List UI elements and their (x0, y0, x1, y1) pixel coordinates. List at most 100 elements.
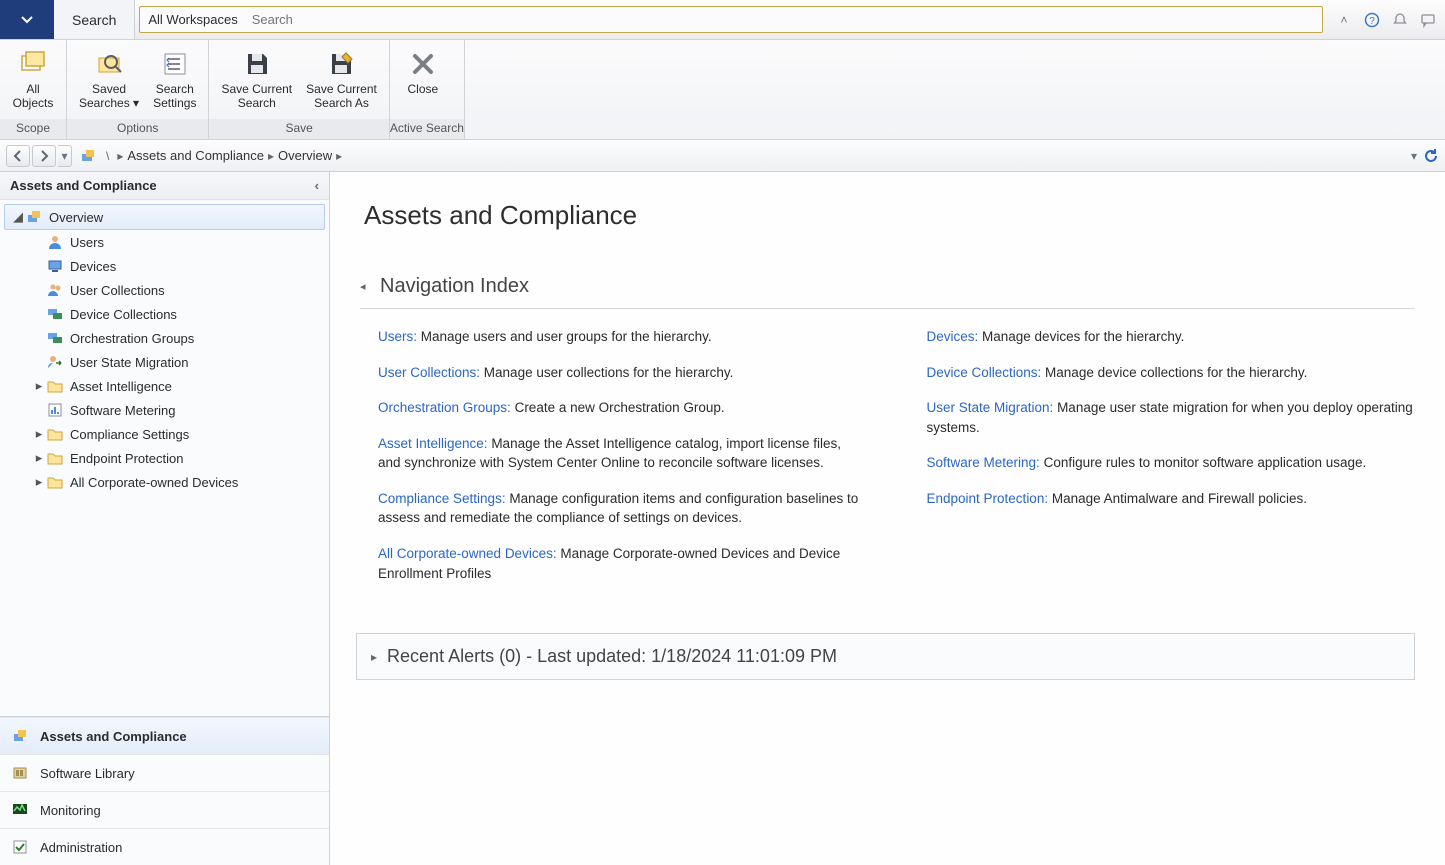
app-menu-button[interactable] (0, 0, 54, 39)
workspace-software-library[interactable]: Software Library (0, 754, 329, 791)
saved-searches-icon (93, 48, 125, 80)
tree-item-all-corporate-owned-devices[interactable]: ▸All Corporate-owned Devices (4, 470, 325, 494)
search-settings-icon (159, 48, 191, 80)
nav-index-link[interactable]: Users: (378, 329, 417, 344)
save-current-search-button[interactable]: Save Current Search (215, 44, 298, 119)
breadcrumb-caret-icon[interactable]: ▸ (117, 149, 123, 163)
nav-index-link[interactable]: All Corporate-owned Devices: (378, 546, 557, 561)
nav-index-desc: Manage user collections for the hierarch… (480, 365, 733, 380)
workspace-administration[interactable]: Administration (0, 828, 329, 865)
bell-icon[interactable] (1391, 11, 1409, 29)
breadcrumb-root-icon (80, 148, 96, 164)
tree-item-label: Software Metering (70, 403, 176, 418)
workspace-label: Assets and Compliance (40, 729, 187, 744)
search-settings-button[interactable]: Search Settings (147, 44, 202, 119)
ribbon-group-save: Save Current Search Save Current Search … (209, 40, 389, 139)
tree-item-user-state-migration[interactable]: User State Migration (4, 350, 325, 374)
devcol-icon (46, 305, 64, 323)
close-icon (407, 48, 439, 80)
all-objects-button[interactable]: All Objects (6, 44, 60, 119)
tree-item-endpoint-protection[interactable]: ▸ Endpoint Protection (4, 446, 325, 470)
tree-caret-icon: ◢ (13, 209, 23, 225)
nav-index-header[interactable]: ◂ Navigation Index (360, 271, 1415, 309)
nav-index-link[interactable]: Device Collections: (927, 365, 1042, 380)
ribbon-btn-line1: Saved (92, 82, 126, 96)
nav-index-item: Endpoint Protection: Manage Antimalware … (927, 489, 1416, 509)
arrow-left-icon (12, 150, 24, 162)
nav-index-link[interactable]: Endpoint Protection: (927, 491, 1049, 506)
breadcrumb-item[interactable]: Assets and Compliance (127, 148, 264, 163)
folder-icon (46, 377, 64, 395)
nav-tree: ◢OverviewUsersDevices User Collections Dev… (0, 200, 329, 716)
refresh-icon[interactable] (1423, 148, 1439, 164)
sidebar-collapse-icon[interactable]: ‹ (315, 178, 319, 193)
save-current-search-as-button[interactable]: Save Current Search As (300, 44, 383, 119)
tree-item-software-metering[interactable]: Software Metering (4, 398, 325, 422)
sidebar: Assets and Compliance ‹ ◢OverviewUsersDe… (0, 172, 330, 865)
ribbon-btn-line1: Save Current (306, 82, 377, 96)
ribbon-btn-line1: Close (408, 82, 439, 96)
ribbon-btn-line2: Objects (13, 96, 54, 110)
ribbon-group-label: Options (67, 119, 208, 139)
nav-index-desc: Manage devices for the hierarchy. (978, 329, 1184, 344)
softlib-icon (10, 763, 30, 783)
nav-index-link[interactable]: User State Migration: (927, 400, 1054, 415)
search-scope-selector[interactable]: All Workspaces (139, 6, 245, 33)
nav-index-item: User State Migration: Manage user state … (927, 398, 1416, 437)
feedback-icon[interactable] (1419, 11, 1437, 29)
tree-item-label: Asset Intelligence (70, 379, 172, 394)
tree-item-users[interactable]: Users (4, 230, 325, 254)
tree-caret-icon: ▸ (34, 450, 44, 466)
nav-index-item: Orchestration Groups: Create a new Orche… (378, 398, 867, 418)
tree-item-compliance-settings[interactable]: ▸Compliance Settings (4, 422, 325, 446)
nav-index-item: Asset Intelligence: Manage the Asset Int… (378, 434, 867, 473)
save-icon (241, 48, 273, 80)
tree-item-device-collections[interactable]: Device Collections (4, 302, 325, 326)
nav-index-item: User Collections: Manage user collection… (378, 363, 867, 383)
folder-icon (46, 425, 64, 443)
nav-index-link[interactable]: Asset Intelligence: (378, 436, 488, 451)
breadcrumb-right: ▾ (1411, 148, 1439, 164)
nav-index-item: Software Metering: Configure rules to mo… (927, 453, 1416, 473)
nav-history-dropdown[interactable]: ▾ (58, 145, 72, 167)
nav-back-button[interactable] (6, 145, 30, 167)
close-button[interactable]: Close (396, 44, 450, 119)
recent-alerts-panel[interactable]: ▸ Recent Alerts (0) - Last updated: 1/18… (356, 633, 1415, 680)
usermig-icon (46, 353, 64, 371)
tree-item-label: User Collections (70, 283, 165, 298)
tree-item-orchestration-groups[interactable]: Orchestration Groups (4, 326, 325, 350)
help-icon[interactable]: ? (1363, 11, 1381, 29)
tree-item-devices[interactable]: Devices (4, 254, 325, 278)
nav-index-link[interactable]: Orchestration Groups: (378, 400, 511, 415)
nav-index-link[interactable]: Compliance Settings: (378, 491, 506, 506)
breadcrumb-item[interactable]: Overview (278, 148, 332, 163)
section-collapse-icon: ◂ (360, 280, 374, 293)
breadcrumb-caret-icon[interactable]: ▸ (336, 149, 342, 163)
nav-index-link[interactable]: Software Metering: (927, 455, 1040, 470)
breadcrumb-caret-icon[interactable]: ▸ (268, 149, 274, 163)
saved-searches-button[interactable]: Saved Searches ▾ (73, 44, 145, 119)
nav-forward-button[interactable] (32, 145, 56, 167)
search-input[interactable] (246, 7, 1322, 32)
nav-index-link[interactable]: Devices: (927, 329, 979, 344)
tree-caret-icon: ▸ (34, 426, 44, 442)
workspace-monitoring[interactable]: Monitoring (0, 791, 329, 828)
tree-item-user-collections[interactable]: User Collections (4, 278, 325, 302)
nav-index-link[interactable]: User Collections: (378, 365, 480, 380)
workspace-assets-and-compliance[interactable]: Assets and Compliance (0, 717, 329, 754)
ribbon-btn-line1: Search (156, 82, 194, 96)
page-title: Assets and Compliance (364, 200, 1415, 231)
breadcrumb-dropdown-icon[interactable]: ▾ (1411, 149, 1417, 163)
tree-item-label: Endpoint Protection (70, 451, 183, 466)
sidebar-header: Assets and Compliance ‹ (0, 172, 329, 200)
nav-index-desc: Manage Antimalware and Firewall policies… (1048, 491, 1307, 506)
caret-up-icon[interactable]: ˄ (1335, 11, 1353, 29)
tree-item-overview[interactable]: ◢Overview (4, 204, 325, 230)
chevron-down-icon (21, 14, 33, 26)
tree-item-asset-intelligence[interactable]: ▸Asset Intelligence (4, 374, 325, 398)
ribbon-btn-line2: Settings (153, 96, 196, 110)
tab-search[interactable]: Search (54, 0, 135, 39)
breadcrumb-bar: ▾ \ ▸ Assets and Compliance ▸ Overview ▸… (0, 140, 1445, 172)
monitoring-icon (10, 800, 30, 820)
assets-icon (10, 726, 30, 746)
